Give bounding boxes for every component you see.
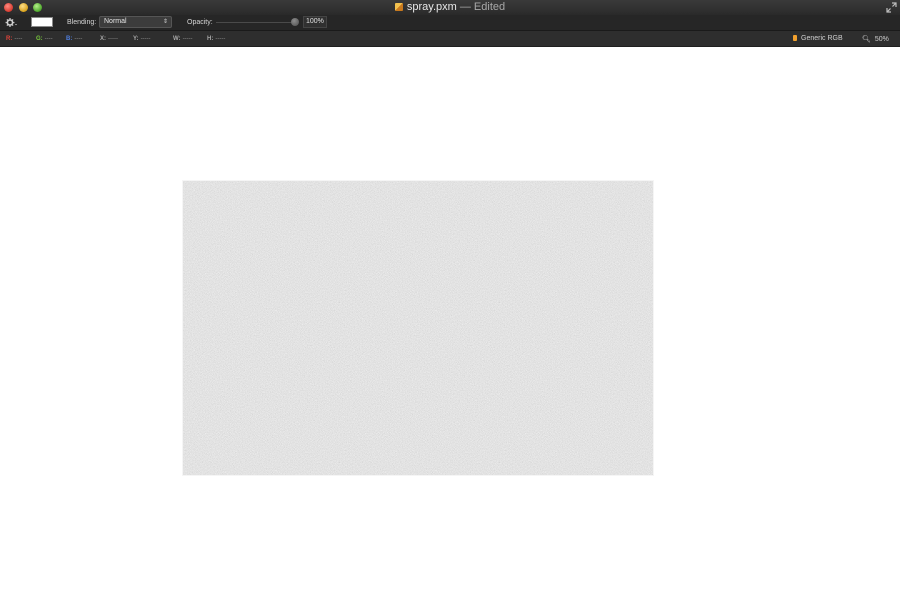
spray-noise-texture <box>183 181 653 475</box>
color-well[interactable] <box>31 17 53 27</box>
workspace <box>0 47 900 610</box>
info-red: R: ---- <box>6 36 22 42</box>
info-height: H: ----- <box>207 36 225 42</box>
color-profile-name: Generic RGB <box>801 35 843 42</box>
edited-indicator: — Edited <box>459 1 506 13</box>
info-y-value: ----- <box>140 36 151 42</box>
info-x-value: ----- <box>108 36 118 42</box>
info-height-value: ----- <box>215 36 226 42</box>
info-height-key: H: <box>207 36 214 42</box>
info-x-key: X: <box>100 36 106 42</box>
info-width: W: ----- <box>173 36 193 42</box>
image-canvas[interactable] <box>183 181 653 475</box>
window-title: spray.pxm — Edited <box>0 1 900 14</box>
blending-label: Blending: <box>67 19 97 26</box>
zoom-readout[interactable]: 🔍︎ 50% <box>862 35 889 43</box>
opacity-slider-knob[interactable] <box>291 18 299 26</box>
info-x: X: ----- <box>100 36 118 42</box>
blending-value: Normal <box>104 18 127 25</box>
color-profile-readout[interactable]: Generic RGB <box>793 35 843 42</box>
zoom-value: 50% <box>874 36 889 43</box>
info-y-key: Y: <box>133 36 139 42</box>
title-bar: spray.pxm — Edited <box>0 0 900 15</box>
color-profile-icon <box>793 35 797 41</box>
info-green: G: ---- <box>36 36 53 42</box>
document-icon <box>394 3 403 11</box>
magnifier-icon: 🔍︎ <box>862 36 871 43</box>
opacity-label: Opacity: <box>187 19 213 26</box>
info-green-key: G: <box>36 36 43 42</box>
info-y: Y: ----- <box>133 36 151 42</box>
info-blue-value: ---- <box>74 36 83 42</box>
opacity-slider-track[interactable] <box>216 22 296 23</box>
info-blue-key: B: <box>66 36 73 42</box>
document-name: spray.pxm <box>406 1 457 13</box>
tool-options-bar: Blending: Normal ⇕ Opacity: 100% <box>0 15 900 31</box>
gear-icon[interactable] <box>5 17 17 28</box>
fullscreen-icon[interactable] <box>886 2 897 13</box>
info-width-key: W: <box>173 36 181 42</box>
info-bar: R: ---- G: ---- B: ---- X: ----- Y: ----- W: -… <box>0 31 900 47</box>
info-width-value: ----- <box>182 36 193 42</box>
blending-select[interactable]: Normal ⇕ <box>99 16 172 28</box>
opacity-value-field[interactable]: 100% <box>303 16 327 28</box>
info-green-value: ---- <box>44 36 53 42</box>
info-red-value: ---- <box>14 36 23 42</box>
up-down-chevron-icon: ⇕ <box>162 19 168 25</box>
info-red-key: R: <box>6 36 13 42</box>
info-blue: B: ---- <box>66 36 82 42</box>
